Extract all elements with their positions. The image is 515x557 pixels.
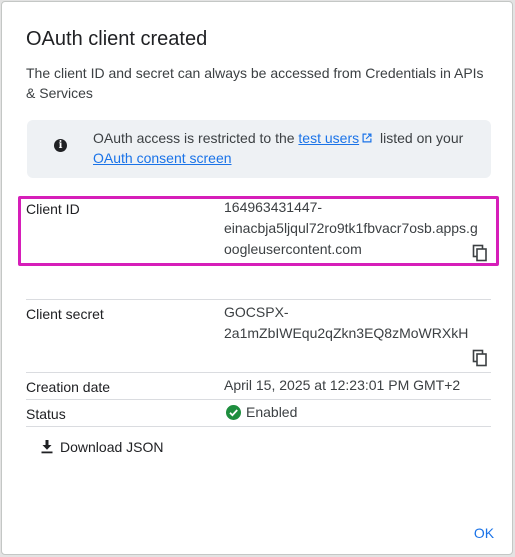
info-icon: i [54, 139, 67, 152]
download-json-label: Download JSON [60, 439, 164, 455]
client-secret-line: 2a1mZbIWEqu2qZkn3EQ8zMoWRXkH [224, 325, 469, 341]
external-link-icon [362, 133, 372, 143]
check-circle-icon [226, 405, 241, 420]
dialog-intro-text: The client ID and secret can always be a… [26, 65, 484, 101]
info-banner: i OAuth access is restricted to the test… [27, 120, 491, 178]
client-id-highlight [18, 196, 499, 266]
divider [26, 426, 491, 427]
test-users-link[interactable]: test users [298, 130, 359, 146]
oauth-client-created-dialog: OAuth client created The client ID and s… [1, 1, 513, 555]
client-secret-line: GOCSPX- [224, 304, 289, 320]
status-value: Enabled [246, 404, 298, 420]
info-text-middle: listed on your [376, 130, 464, 146]
divider [26, 372, 491, 373]
divider [26, 399, 491, 400]
download-icon [41, 440, 53, 454]
client-secret-value: GOCSPX- 2a1mZbIWEqu2qZkn3EQ8zMoWRXkH [224, 302, 494, 344]
creation-date-label: Creation date [26, 379, 111, 395]
copy-client-secret-icon[interactable] [471, 349, 489, 367]
divider [26, 299, 491, 300]
status-label: Status [26, 406, 66, 422]
client-secret-label: Client secret [26, 306, 104, 322]
creation-date-value: April 15, 2025 at 12:23:01 PM GMT+2 [224, 377, 461, 393]
oauth-consent-screen-link[interactable]: OAuth consent screen [93, 150, 232, 166]
info-text-before: OAuth access is restricted to the [93, 130, 299, 146]
dialog-title: OAuth client created [26, 28, 208, 50]
info-banner-text: OAuth access is restricted to the test u… [93, 128, 473, 168]
ok-button[interactable]: OK [466, 521, 502, 545]
